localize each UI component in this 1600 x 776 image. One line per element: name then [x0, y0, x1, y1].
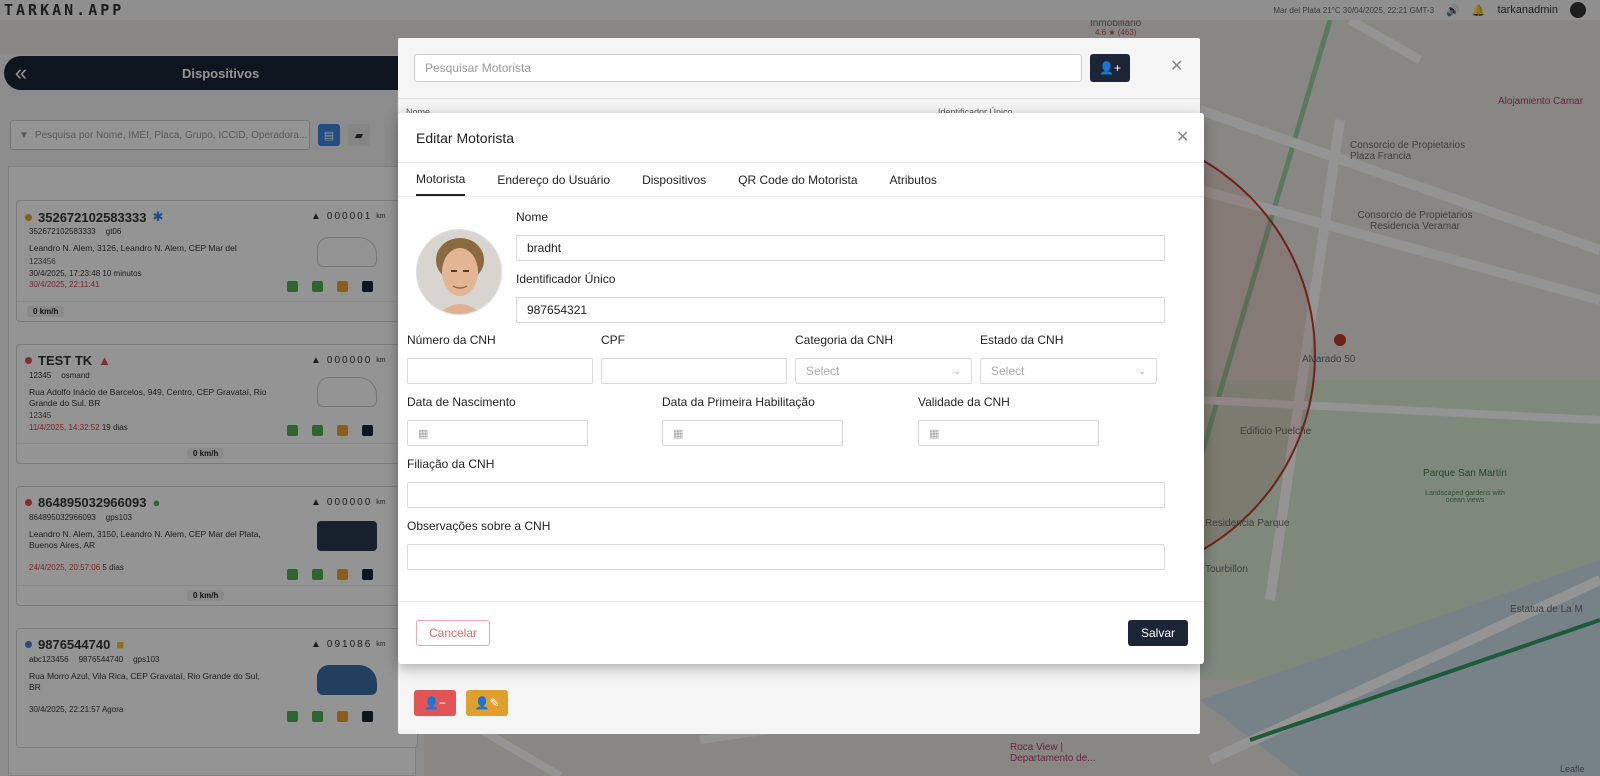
calendar-icon: ▦ [673, 427, 684, 440]
driver-search-input[interactable]: Pesquisar Motorista [414, 54, 1082, 82]
notes-input[interactable] [407, 544, 1165, 570]
cnh-validity-input[interactable]: ▦ [918, 420, 1099, 446]
close-icon[interactable]: ✕ [1170, 56, 1183, 76]
cpf-label: CPF [601, 333, 625, 347]
tab-motorista[interactable]: Motorista [416, 164, 466, 196]
cnh-state-select[interactable]: Select ⌄ [980, 358, 1157, 384]
driver-avatar[interactable] [416, 229, 502, 315]
cancel-button[interactable]: Cancelar [416, 620, 490, 646]
first-license-input[interactable]: ▦ [662, 420, 843, 446]
edit-driver-modal: Editar Motorista ✕ Motorista Endereço do… [398, 113, 1204, 664]
cnh-state-value: Select [991, 364, 1025, 378]
edit-tabs: Motorista Endereço do Usuário Dispositiv… [416, 164, 937, 196]
footer-divider [398, 601, 1204, 602]
tab-endereco[interactable]: Endereço do Usuário [497, 164, 610, 196]
filiation-input[interactable] [407, 482, 1165, 508]
name-label: Nome [516, 210, 549, 224]
add-driver-button[interactable]: 👤+ [1090, 54, 1130, 82]
first-license-label: Data da Primeira Habilitação [662, 395, 815, 409]
save-button[interactable]: Salvar [1128, 620, 1188, 646]
cpf-input[interactable] [601, 358, 787, 384]
birth-date-input[interactable]: ▦ [407, 420, 588, 446]
cnh-number-label: Número da CNH [407, 333, 496, 347]
edit-modal-title: Editar Motorista [416, 130, 515, 146]
close-icon[interactable]: ✕ [1176, 127, 1189, 147]
tabs-divider [398, 196, 1204, 197]
name-input[interactable] [516, 235, 1165, 261]
calendar-icon: ▦ [418, 427, 429, 440]
calendar-icon: ▦ [929, 427, 940, 440]
notes-label: Observações sobre a CNH [407, 519, 551, 533]
chevron-down-icon: ⌄ [953, 365, 961, 376]
birth-date-label: Data de Nascimento [407, 395, 516, 409]
remove-driver-button[interactable]: 👤− [414, 690, 456, 716]
chevron-down-icon: ⌄ [1138, 365, 1146, 376]
tab-dispositivos[interactable]: Dispositivos [642, 164, 706, 196]
cnh-category-label: Categoria da CNH [795, 333, 894, 347]
unique-id-input[interactable] [516, 297, 1165, 323]
cnh-category-select[interactable]: Select ⌄ [795, 358, 972, 384]
unique-id-label: Identificador Único [516, 272, 616, 286]
filiation-label: Filiação da CNH [407, 457, 495, 471]
avatar-photo [417, 230, 501, 314]
edit-modal-header: Editar Motorista ✕ [398, 113, 1204, 163]
drivers-table-header: Nome Identificador Único [398, 98, 1200, 117]
cnh-state-label: Estado da CNH [980, 333, 1064, 347]
tab-atributos[interactable]: Atributos [890, 164, 937, 196]
tab-qr-code[interactable]: QR Code do Motorista [738, 164, 857, 196]
cnh-category-value: Select [806, 364, 840, 378]
edit-driver-button[interactable]: 👤✎ [466, 690, 508, 716]
cnh-number-input[interactable] [407, 358, 593, 384]
cnh-validity-label: Validade da CNH [918, 395, 1010, 409]
